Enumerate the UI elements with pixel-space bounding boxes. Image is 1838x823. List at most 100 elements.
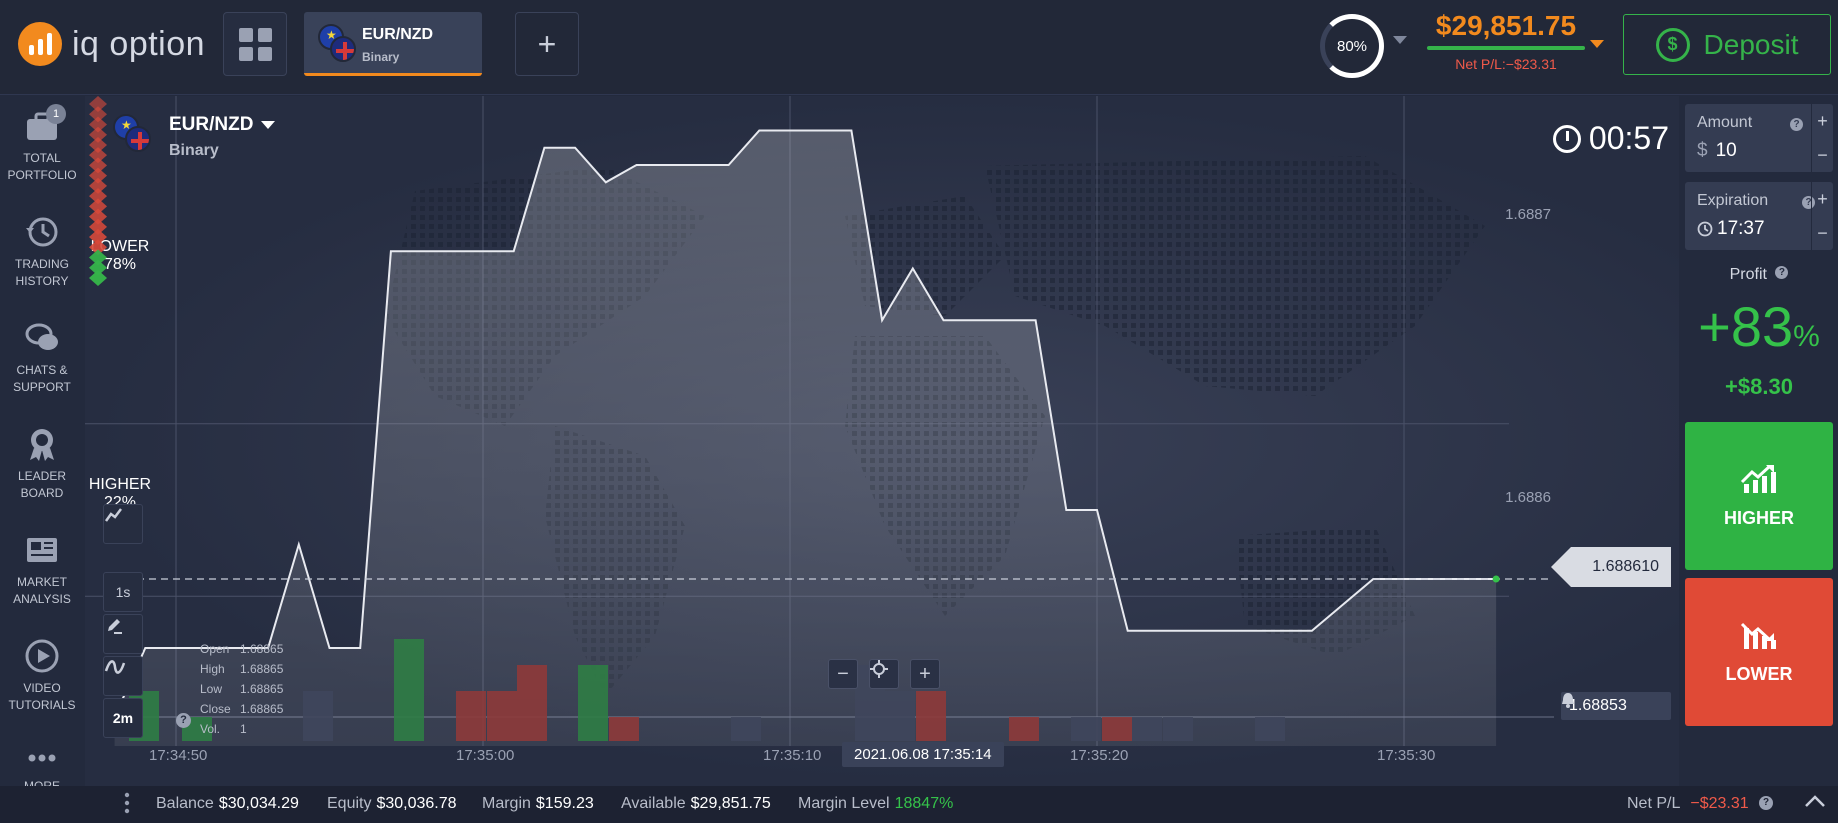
status-margin-level: Margin Level 18847% (798, 795, 954, 812)
indicators-button[interactable] (103, 656, 143, 696)
logo-icon (18, 22, 62, 66)
price-level-label: 1.6887 (1505, 206, 1551, 223)
price-chart[interactable]: EUR/NZD Binary 00:57 LOWER 78% HIGHER 22… (85, 96, 1679, 786)
asset-tab-type: Binary (362, 50, 400, 64)
timeframe-button[interactable]: 2m (103, 698, 143, 738)
asset-tab-eurnzd[interactable]: EUR/NZD Binary (304, 12, 482, 76)
amount-decrease-button[interactable]: − (1811, 138, 1833, 172)
history-icon (24, 214, 60, 250)
help-icon[interactable]: ? (1759, 796, 1773, 810)
sidebar-item-portfolio[interactable]: 1 TOTAL PORTFOLIO (0, 104, 84, 184)
eur-nzd-flag-icon (318, 24, 358, 64)
sidebar-item-history[interactable]: TRADING HISTORY (0, 214, 84, 290)
profit-percent: +83% (1698, 295, 1820, 358)
risk-gauge[interactable]: 80% (1320, 14, 1384, 78)
plus-icon: + (537, 25, 557, 62)
ohlc-panel: Open 1.68865 High 1.68865 Low 1.68865 Close… (200, 639, 283, 739)
timer-value: 00:57 (1588, 120, 1669, 156)
status-available: Available $29,851.75 (621, 795, 771, 812)
expiration-increase-button[interactable]: + (1811, 182, 1833, 216)
volume-bar (1102, 717, 1132, 741)
timeframe-label: 2m (112, 710, 134, 726)
sidebar-item-video-tutorials[interactable]: VIDEO TUTORIALS (0, 638, 84, 714)
time-axis-label: 17:35:30 (1377, 747, 1436, 764)
crosshair-icon (870, 660, 888, 678)
interval-label: 1s (115, 584, 131, 600)
logo-text: iq option (72, 24, 206, 63)
price-level-label: 1.6886 (1505, 489, 1551, 506)
volume-bar (1255, 717, 1285, 741)
expiration-label: Expiration (1697, 192, 1769, 209)
sidebar-item-label: TRADING HISTORY (15, 257, 69, 288)
deposit-label: Deposit (1703, 28, 1799, 60)
medal-icon (24, 426, 60, 462)
help-icon[interactable]: ? (1775, 266, 1789, 279)
volume-bar (487, 691, 517, 741)
ohlc-high: 1.68865 (240, 662, 284, 676)
net-pl: Net P/L:−$23.31 (1455, 56, 1557, 72)
ohlc-high-label: High (200, 662, 225, 676)
bottom-menu-icon[interactable] (124, 792, 130, 819)
chevron-down-icon[interactable] (1393, 36, 1407, 44)
price-alert-tag[interactable]: 1.68853 (1561, 692, 1671, 720)
time-axis-label: 17:35:10 (763, 747, 822, 764)
recenter-button[interactable] (869, 659, 899, 689)
higher-button-label: HIGHER (1723, 507, 1794, 528)
chart-asset-type: Binary (169, 142, 219, 159)
expiration-field[interactable]: Expiration ? 17:37 + − (1685, 182, 1833, 250)
chart-type-button[interactable] (103, 504, 143, 544)
expiration-value[interactable]: 17:37 (1697, 218, 1765, 240)
risk-percent: 80% (1336, 37, 1368, 55)
lower-button[interactable]: LOWER (1685, 578, 1833, 726)
zoom-in-button[interactable]: + (910, 659, 940, 689)
amount-label: Amount (1697, 114, 1753, 131)
pencil-icon (108, 619, 122, 634)
time-axis-label: 17:35:20 (1070, 747, 1129, 764)
sentiment-bar (89, 96, 107, 286)
sidebar-item-market-analysis[interactable]: MARKET ANALYSIS (0, 532, 84, 608)
expiration-decrease-button[interactable]: − (1811, 216, 1833, 250)
eur-nzd-flag-icon (113, 114, 153, 154)
add-asset-button[interactable]: + (515, 12, 579, 76)
higher-button[interactable]: HIGHER (1685, 422, 1833, 570)
chart-line-icon (104, 508, 122, 522)
balance-chevron-down-icon[interactable] (1590, 40, 1604, 48)
deposit-button[interactable]: $ Deposit (1623, 14, 1831, 75)
sidebar-item-leaderboard[interactable]: LEADER BOARD (0, 426, 84, 502)
volume-bar (1071, 717, 1101, 741)
volume-bar (1132, 717, 1162, 741)
volume-bar (731, 717, 761, 741)
logo[interactable]: iq option (18, 22, 205, 66)
portfolio-badge: 1 (46, 104, 66, 124)
expiration-timer: 00:57 (1552, 120, 1669, 157)
chat-icon (24, 320, 60, 356)
lower-button-label: LOWER (1725, 663, 1793, 684)
volume-bar (303, 691, 333, 741)
indicator-wave-icon (104, 660, 126, 674)
volume-bar (885, 691, 915, 741)
zoom-out-button[interactable]: − (828, 659, 858, 689)
amount-increase-button[interactable]: + (1811, 104, 1833, 138)
sentiment-diamond (89, 270, 107, 286)
top-bar: iq option EUR/NZD Binary + 80% $29,851.7… (0, 0, 1838, 95)
time-axis-label: 17:35:00 (456, 747, 515, 764)
trade-panel: Amount ? $10 + − Expiration ? 17:37 + − … (1680, 96, 1838, 786)
status-margin: Margin $159.23 (482, 795, 594, 812)
help-icon[interactable]: ? (1790, 118, 1803, 131)
ohlc-vol-label: Vol. (200, 722, 221, 736)
newspaper-icon (24, 532, 60, 568)
higher-label: HIGHER (88, 476, 152, 493)
profit-amount: +$8.30 (1725, 374, 1793, 399)
current-time-label: 2021.06.08 17:35:14 (842, 742, 1004, 767)
chart-asset-name[interactable]: EUR/NZD (169, 114, 275, 136)
chevron-up-icon[interactable] (1804, 794, 1826, 813)
trend-up-icon (1740, 464, 1776, 493)
assets-grid-button[interactable] (223, 12, 287, 76)
interval-button[interactable]: 1s (103, 572, 143, 612)
help-icon[interactable]: ? (176, 713, 191, 728)
sidebar-item-chats[interactable]: CHATS & SUPPORT (0, 320, 84, 396)
account-balance[interactable]: $29,851.75 Net P/L:−$23.31 (1420, 10, 1592, 72)
drawing-tools-button[interactable] (103, 614, 143, 654)
amount-field[interactable]: Amount ? $10 + − (1685, 104, 1833, 172)
amount-value[interactable]: $10 (1697, 140, 1737, 162)
